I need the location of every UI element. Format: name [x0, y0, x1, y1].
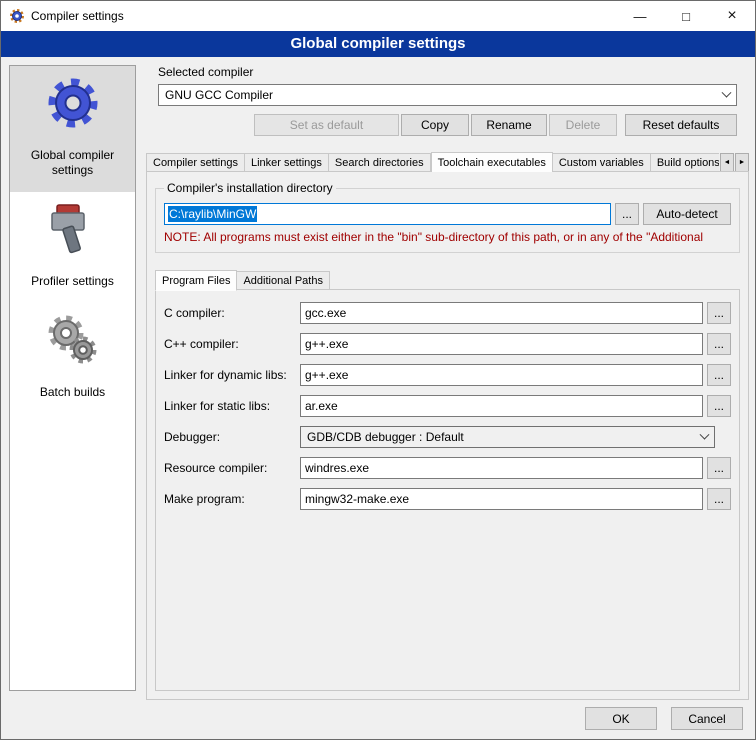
installation-directory-input[interactable]: C:\raylib\MinGW — [164, 203, 611, 225]
program-files-tab-strip: Program Files Additional Paths — [155, 269, 740, 290]
sidebar-item-label: Profiler settings — [31, 274, 114, 289]
field-label: Resource compiler: — [164, 461, 300, 475]
dynamic-linker-row: Linker for dynamic libs: ... — [164, 364, 731, 386]
debugger-dropdown[interactable]: GDB/CDB debugger : Default — [300, 426, 715, 448]
profiler-tool-icon — [44, 200, 102, 258]
reset-defaults-button[interactable]: Reset defaults — [625, 114, 737, 136]
sidebar-item-label: Batch builds — [40, 385, 105, 400]
tab-search-directories[interactable]: Search directories — [329, 153, 431, 172]
tab-build-options[interactable]: Build options — [651, 153, 719, 172]
dialog-footer: OK Cancel — [585, 707, 743, 730]
delete-button[interactable]: Delete — [549, 114, 617, 136]
field-label: C++ compiler: — [164, 337, 300, 351]
tabs-scroll-viewport: Compiler settings Linker settings Search… — [146, 152, 719, 172]
maximize-button[interactable]: □ — [663, 1, 709, 31]
debugger-row: Debugger: GDB/CDB debugger : Default — [164, 426, 731, 448]
resource-compiler-row: Resource compiler: ... — [164, 457, 731, 479]
installation-directory-browse-button[interactable]: ... — [615, 203, 639, 225]
cancel-button[interactable]: Cancel — [671, 707, 743, 730]
tab-program-files[interactable]: Program Files — [155, 270, 237, 291]
compiler-settings-window: Compiler settings — □ × Global compiler … — [0, 0, 756, 740]
field-label: Linker for static libs: — [164, 399, 300, 413]
rename-button[interactable]: Rename — [471, 114, 547, 136]
c-compiler-row: C compiler: ... — [164, 302, 731, 324]
static-linker-row: Linker for static libs: ... — [164, 395, 731, 417]
program-files-panel: C compiler: ... C++ compiler: ... Linker… — [155, 289, 740, 691]
window-controls: — □ × — [617, 1, 755, 31]
ok-button[interactable]: OK — [585, 707, 657, 730]
selected-compiler-label: Selected compiler — [158, 65, 737, 79]
compiler-selection-section: Selected compiler GNU GCC Compiler Set a… — [158, 65, 737, 136]
cpp-compiler-input[interactable] — [300, 333, 703, 355]
blue-gear-icon — [44, 74, 102, 132]
titlebar: Compiler settings — □ × — [1, 1, 755, 31]
auto-detect-button[interactable]: Auto-detect — [643, 203, 731, 225]
make-program-row: Make program: ... — [164, 488, 731, 510]
tab-scroll-right-button[interactable]: ► — [735, 153, 749, 172]
close-button[interactable]: × — [709, 1, 755, 31]
settings-tab-strip: Compiler settings Linker settings Search… — [146, 151, 749, 172]
selected-compiler-value: GNU GCC Compiler — [165, 88, 273, 102]
set-as-default-button[interactable]: Set as default — [254, 114, 399, 136]
static-linker-browse-button[interactable]: ... — [707, 395, 731, 417]
minimize-button[interactable]: — — [617, 1, 663, 31]
main-panel: Selected compiler GNU GCC Compiler Set a… — [146, 65, 749, 700]
c-compiler-input[interactable] — [300, 302, 703, 324]
field-label: C compiler: — [164, 306, 300, 320]
tab-linker-settings[interactable]: Linker settings — [245, 153, 329, 172]
sidebar-item-profiler-settings[interactable]: Profiler settings — [10, 192, 135, 303]
gray-gears-icon — [44, 311, 102, 369]
make-program-input[interactable] — [300, 488, 703, 510]
chevron-down-icon — [722, 87, 732, 97]
tab-toolchain-executables[interactable]: Toolchain executables — [431, 152, 553, 172]
installation-directory-row: C:\raylib\MinGW ... Auto-detect — [164, 203, 731, 225]
field-label: Linker for dynamic libs: — [164, 368, 300, 382]
selected-compiler-dropdown[interactable]: GNU GCC Compiler — [158, 84, 737, 106]
installation-directory-value: C:\raylib\MinGW — [168, 206, 257, 222]
installation-directory-label: Compiler's installation directory — [164, 181, 336, 195]
window-title: Compiler settings — [31, 9, 124, 23]
compiler-action-buttons: Set as default Copy Rename Delete Reset … — [158, 114, 737, 136]
resource-compiler-input[interactable] — [300, 457, 703, 479]
tab-additional-paths[interactable]: Additional Paths — [237, 271, 330, 290]
dynamic-linker-browse-button[interactable]: ... — [707, 364, 731, 386]
copy-button[interactable]: Copy — [401, 114, 469, 136]
toolchain-executables-panel: Compiler's installation directory C:\ray… — [146, 171, 749, 700]
chevron-down-icon — [700, 429, 710, 439]
settings-category-sidebar: Global compiler settings Profiler settin… — [9, 65, 136, 691]
tab-compiler-settings[interactable]: Compiler settings — [146, 153, 245, 172]
tab-scroll-left-button[interactable]: ◄ — [720, 153, 734, 172]
c-compiler-browse-button[interactable]: ... — [707, 302, 731, 324]
bin-subdirectory-note: NOTE: All programs must exist either in … — [164, 230, 731, 244]
field-label: Debugger: — [164, 430, 300, 444]
debugger-value: GDB/CDB debugger : Default — [307, 430, 464, 444]
sidebar-item-batch-builds[interactable]: Batch builds — [10, 303, 135, 414]
sidebar-item-global-compiler-settings[interactable]: Global compiler settings — [10, 66, 135, 192]
tab-custom-variables[interactable]: Custom variables — [553, 153, 651, 172]
app-gear-icon — [9, 8, 25, 24]
resource-compiler-browse-button[interactable]: ... — [707, 457, 731, 479]
make-program-browse-button[interactable]: ... — [707, 488, 731, 510]
page-title: Global compiler settings — [1, 31, 755, 57]
static-linker-input[interactable] — [300, 395, 703, 417]
field-label: Make program: — [164, 492, 300, 506]
dynamic-linker-input[interactable] — [300, 364, 703, 386]
sidebar-item-label: Global compiler settings — [14, 148, 131, 178]
cpp-compiler-browse-button[interactable]: ... — [707, 333, 731, 355]
cpp-compiler-row: C++ compiler: ... — [164, 333, 731, 355]
installation-directory-groupbox: Compiler's installation directory C:\ray… — [155, 188, 740, 253]
